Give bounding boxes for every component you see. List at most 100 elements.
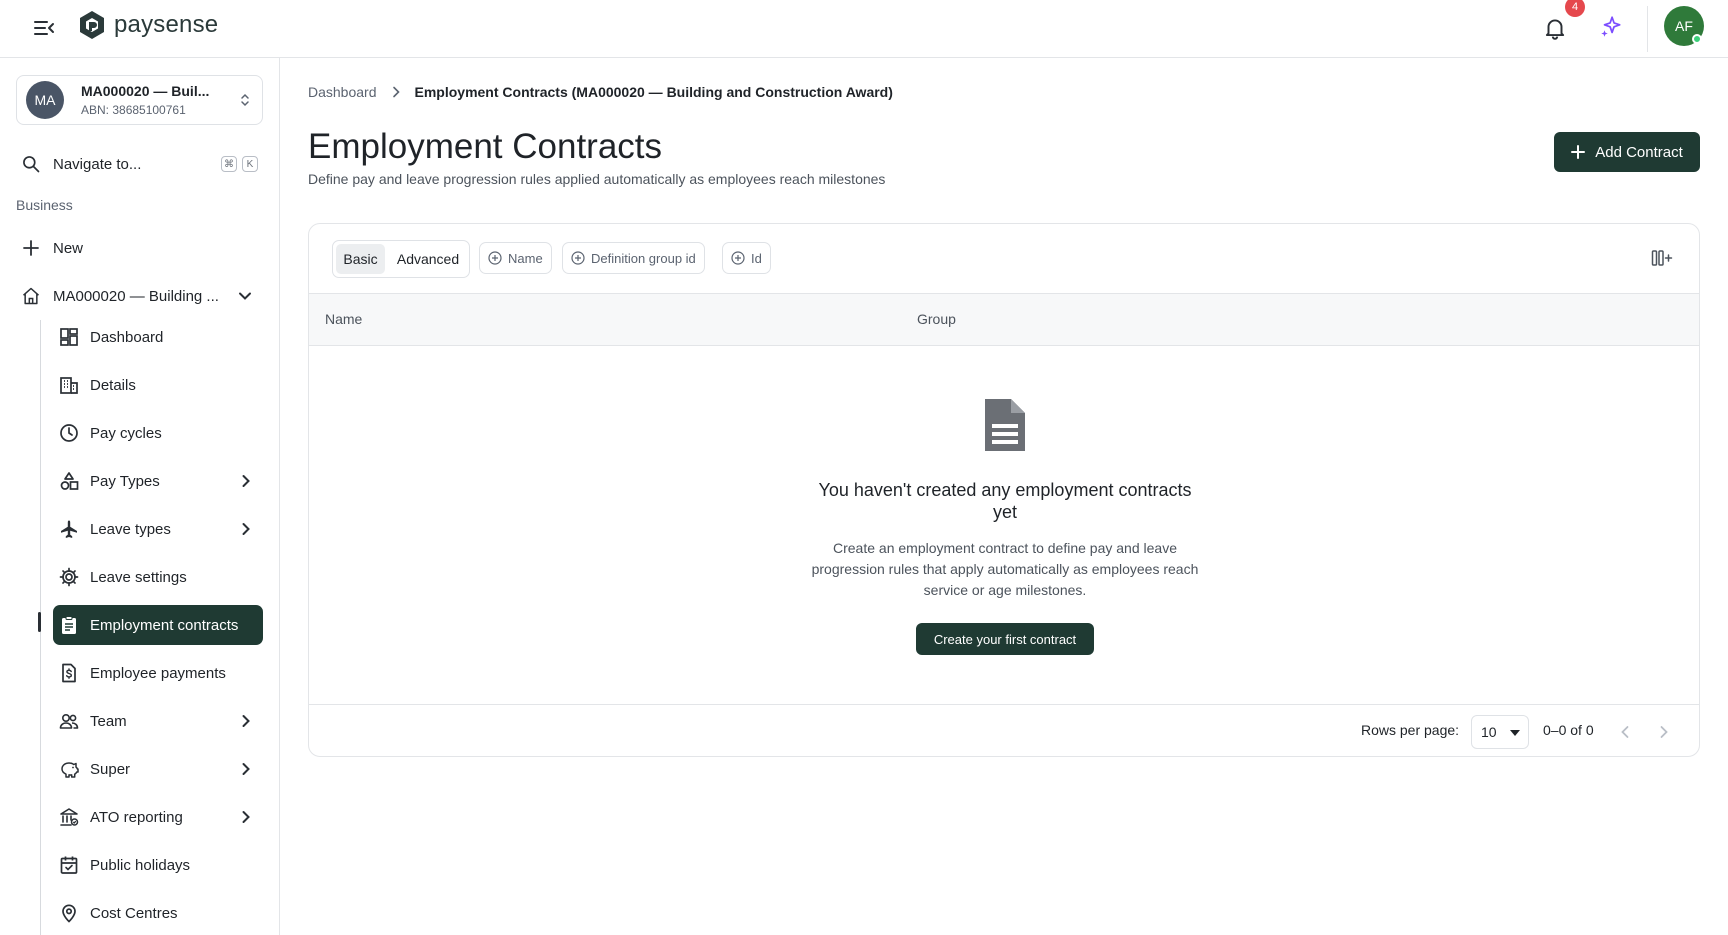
sidebar-item-public-holidays[interactable]: Public holidays bbox=[53, 845, 263, 885]
chevron-right-icon bbox=[242, 715, 250, 727]
sidebar-item-label: Dashboard bbox=[90, 328, 164, 346]
home-icon bbox=[23, 287, 39, 305]
new-button[interactable]: New bbox=[16, 230, 263, 266]
breadcrumb-current: Employment Contracts (MA000020 — Buildin… bbox=[414, 84, 893, 100]
sidebar-item-label: Employment contracts bbox=[90, 616, 239, 634]
online-status-dot bbox=[1692, 34, 1702, 44]
sidebar-item-label: Employee payments bbox=[90, 664, 226, 682]
sidebar-item-pay-types[interactable]: Pay Types bbox=[53, 461, 263, 501]
sidebar-item-team[interactable]: Team bbox=[53, 701, 263, 741]
column-header-group[interactable]: Group bbox=[917, 311, 956, 327]
brand-name: paysense bbox=[114, 11, 219, 38]
ai-sparkle-icon[interactable] bbox=[1598, 14, 1624, 40]
filter-chip-label: Definition group id bbox=[591, 250, 696, 266]
column-add-icon[interactable] bbox=[1651, 248, 1673, 268]
filter-mode-advanced[interactable]: Advanced bbox=[390, 244, 466, 274]
filter-mode-basic[interactable]: Basic bbox=[336, 244, 385, 274]
sidebar-item-cost-centres[interactable]: Cost Centres bbox=[53, 893, 263, 933]
org-name: MA000020 — Buil... bbox=[81, 83, 210, 99]
sidebar-item-label: Pay Types bbox=[90, 472, 160, 490]
caret-down-icon bbox=[1510, 730, 1520, 736]
sidebar-item-ato-reporting[interactable]: ATO reporting bbox=[53, 797, 263, 837]
org-avatar: MA bbox=[26, 81, 64, 119]
add-contract-button[interactable]: Add Contract bbox=[1554, 132, 1700, 172]
filter-chip-definition-group-id[interactable]: Definition group id bbox=[562, 242, 705, 274]
page-subtitle: Define pay and leave progression rules a… bbox=[308, 171, 886, 187]
gear-icon bbox=[59, 567, 79, 587]
search-icon bbox=[23, 156, 40, 173]
plus-circle-icon bbox=[731, 251, 745, 265]
sidebar-item-label: Details bbox=[90, 376, 136, 394]
breadcrumb-dashboard-link[interactable]: Dashboard bbox=[308, 84, 377, 100]
rows-per-page-value: 10 bbox=[1481, 724, 1497, 740]
filter-chip-id[interactable]: Id bbox=[722, 242, 771, 274]
sidebar-item-dashboard[interactable]: Dashboard bbox=[53, 317, 263, 357]
notifications-bell-icon[interactable] bbox=[1542, 15, 1568, 41]
sidebar-item-super[interactable]: Super bbox=[53, 749, 263, 789]
column-header-name[interactable]: Name bbox=[325, 311, 362, 327]
plus-icon bbox=[23, 240, 39, 256]
sidebar-item-label: Leave settings bbox=[90, 568, 187, 586]
dollar-file-icon bbox=[62, 663, 76, 683]
sidebar-item-label: ATO reporting bbox=[90, 808, 183, 826]
sidebar-item-label: Team bbox=[90, 712, 127, 730]
collapse-menu-icon[interactable] bbox=[32, 16, 56, 40]
sidebar-item-employment-contracts[interactable]: Employment contracts bbox=[53, 605, 263, 645]
previous-page-button[interactable] bbox=[1613, 720, 1637, 744]
chevron-right-icon bbox=[392, 86, 400, 98]
chevron-right-icon bbox=[242, 811, 250, 823]
filter-chip-name[interactable]: Name bbox=[479, 242, 552, 274]
clock-icon bbox=[60, 424, 78, 442]
org-abn: ABN: 38685100761 bbox=[81, 103, 186, 117]
sidebar-item-label: Cost Centres bbox=[90, 904, 178, 922]
sidebar: MA MA000020 — Buil... ABN: 38685100761 N… bbox=[0, 58, 280, 935]
sidebar-item-label: Public holidays bbox=[90, 856, 191, 874]
sidebar-item-employee-payments[interactable]: Employee payments bbox=[53, 653, 263, 693]
next-page-button[interactable] bbox=[1652, 720, 1676, 744]
organisation-switcher[interactable]: MA MA000020 — Buil... ABN: 38685100761 bbox=[16, 75, 263, 125]
active-indicator bbox=[38, 612, 41, 632]
plane-icon bbox=[61, 520, 77, 538]
chevron-right-icon bbox=[1660, 726, 1668, 738]
chevron-right-icon bbox=[242, 763, 250, 775]
sidebar-item-pay-cycles[interactable]: Pay cycles bbox=[53, 413, 263, 453]
sidebar-item-leave-types[interactable]: Leave types bbox=[53, 509, 263, 549]
pagination-range: 0–0 of 0 bbox=[1543, 722, 1594, 738]
building-icon bbox=[60, 377, 78, 394]
pagination-footer: Rows per page: 10 0–0 of 0 bbox=[309, 704, 1699, 756]
sidebar-item-details[interactable]: Details bbox=[53, 365, 263, 405]
clipboard-icon bbox=[62, 616, 76, 634]
empty-state-title: You haven't created any employment contr… bbox=[818, 480, 1192, 522]
rows-per-page-select[interactable]: 10 bbox=[1471, 715, 1529, 749]
plus-circle-icon bbox=[571, 251, 585, 265]
sidebar-item-leave-settings[interactable]: Leave settings bbox=[53, 557, 263, 597]
chevron-right-icon bbox=[242, 523, 250, 535]
piggy-bank-icon bbox=[61, 762, 79, 778]
add-contract-label: Add Contract bbox=[1595, 143, 1683, 161]
contracts-table-card: Basic Advanced Name Definition group id … bbox=[308, 223, 1700, 757]
create-first-contract-button[interactable]: Create your first contract bbox=[916, 623, 1094, 655]
table-header: Name Group bbox=[309, 294, 1699, 346]
empty-state-description: Create an employment contract to define … bbox=[811, 540, 1199, 598]
plus-icon bbox=[1571, 145, 1586, 159]
navigate-search[interactable]: Navigate to... ⌘ K bbox=[16, 146, 263, 182]
header-divider bbox=[1647, 6, 1648, 52]
location-pin-icon bbox=[62, 904, 76, 923]
plus-circle-icon bbox=[488, 251, 502, 265]
chevron-right-icon bbox=[242, 475, 250, 487]
breadcrumb: Dashboard Employment Contracts (MA000020… bbox=[308, 84, 893, 100]
chevron-down-icon bbox=[239, 292, 251, 300]
brand-logo[interactable]: paysense bbox=[78, 10, 218, 40]
sidebar-item-label: Leave types bbox=[90, 520, 171, 538]
sidebar-item-label: Pay cycles bbox=[90, 424, 162, 442]
document-icon bbox=[985, 399, 1025, 451]
section-label-business: Business bbox=[16, 197, 73, 213]
notification-count-badge: 4 bbox=[1565, 0, 1585, 17]
shapes-icon bbox=[60, 472, 79, 490]
shortcut-cmd-key: ⌘ bbox=[221, 156, 237, 172]
org-tree-label: MA000020 — Building ... bbox=[53, 287, 219, 305]
paysense-logo-icon bbox=[80, 11, 104, 39]
bank-icon bbox=[60, 808, 79, 826]
org-tree-item[interactable]: MA000020 — Building ... bbox=[16, 278, 263, 314]
rows-per-page-label: Rows per page: bbox=[1361, 722, 1460, 738]
